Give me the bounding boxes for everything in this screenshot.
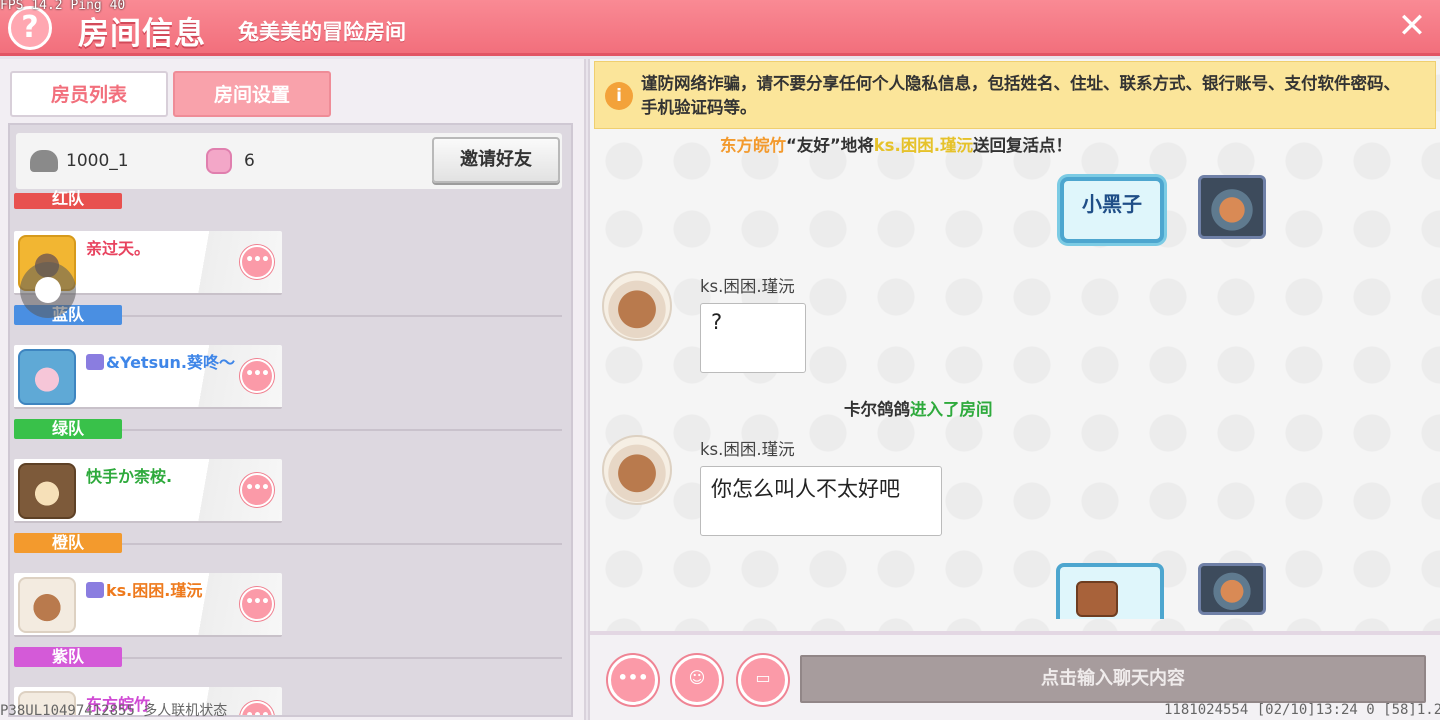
chat-input[interactable]: 点击输入聊天内容 <box>800 655 1426 703</box>
sender-name: ks.困困.瑾沅 <box>700 277 795 296</box>
emoji-icon[interactable]: ☺ <box>672 655 722 705</box>
team-label-purple: 紫队 <box>14 647 122 667</box>
system-message: 卡尔鸽鸽进入了房间 <box>844 396 993 420</box>
more-options-button[interactable]: ••• <box>240 473 274 507</box>
avatar <box>18 349 76 405</box>
more-options-button[interactable]: ••• <box>240 587 274 621</box>
invite-friend-button[interactable]: 邀请好友 <box>432 137 560 183</box>
team-label-green: 绿队 <box>14 419 122 439</box>
chat-panel[interactable]: i 谨防网络诈骗，请不要分享任何个人隐私信息，包括姓名、住址、联系方式、银行账号… <box>588 59 1440 720</box>
divider <box>122 429 562 431</box>
more-actions-button[interactable]: ••• <box>608 655 658 705</box>
member-name: &Yetsun.葵咚～ <box>86 349 235 373</box>
system-text: “友好”地将 <box>786 136 874 155</box>
avatar <box>18 463 76 519</box>
member-card[interactable]: &Yetsun.葵咚～ ••• <box>14 345 282 409</box>
fraud-warning: i 谨防网络诈骗，请不要分享任何个人隐私信息，包括姓名、住址、联系方式、银行账号… <box>594 61 1436 129</box>
fps-readout: FPS 14.2 Ping 40 <box>0 0 126 13</box>
room-icon <box>30 150 58 172</box>
member-count: 6 <box>244 151 255 171</box>
warning-text: 谨防网络诈骗，请不要分享任何个人隐私信息，包括姓名、住址、联系方式、银行账号、支… <box>641 74 1400 117</box>
room-info-bar: 1000_1 6 邀请好友 <box>16 133 562 189</box>
self-avatar <box>1198 563 1266 615</box>
member-name: 快手か柰桉. <box>86 467 173 486</box>
team-label-orange: 橙队 <box>14 533 122 553</box>
keyboard-icon[interactable]: ▭ <box>738 655 788 705</box>
debug-status: P38UL10497412855 多人联机状态 <box>0 703 228 719</box>
divider <box>122 657 562 659</box>
member-name-text: ks.困困.瑾沅 <box>106 581 203 600</box>
player-name: ks.困困.瑾沅 <box>873 136 974 155</box>
system-text: 进入了房间 <box>910 400 993 419</box>
member-list[interactable]: 1000_1 6 邀请好友 红队 亲过天。 ••• 蓝队 &Yetsun.葵咚～… <box>8 123 573 717</box>
member-card[interactable]: 快手か柰桉. ••• <box>14 459 282 523</box>
more-options-button[interactable]: ••• <box>240 359 274 393</box>
room-id: 1000_1 <box>66 151 129 171</box>
avatar <box>18 577 76 633</box>
more-options-button[interactable]: ••• <box>240 701 274 715</box>
player-name: 东方皖竹 <box>720 136 786 155</box>
vip-badge-icon <box>86 582 104 598</box>
self-avatar <box>1198 175 1266 239</box>
message-bubble: ? <box>700 303 806 373</box>
room-name: 兔美美的冒险房间 <box>238 20 406 44</box>
self-message-bubble <box>1056 563 1164 619</box>
emoji-sticker-icon <box>1076 581 1118 617</box>
warning-icon: i <box>605 82 633 110</box>
touch-indicator <box>20 262 76 318</box>
avatar <box>602 435 672 505</box>
close-icon[interactable]: ✕ <box>1392 6 1432 46</box>
build-info: 1181024554 [02/10]13:24 0 [58]1.23.5 <box>1164 702 1440 718</box>
member-count-icon <box>206 148 232 174</box>
team-label-red: 红队 <box>14 191 122 209</box>
member-panel: 房员列表 房间设置 1000_1 6 邀请好友 红队 亲过天。 ••• 蓝队 &… <box>0 59 586 720</box>
member-name-text: &Yetsun.葵咚～ <box>106 353 235 372</box>
vip-badge-icon <box>86 354 104 370</box>
member-name: 亲过天。 <box>86 239 151 258</box>
tab-room-settings[interactable]: 房间设置 <box>173 71 331 117</box>
sender-name: ks.困困.瑾沅 <box>700 440 795 459</box>
title-bar: ? 房间信息 兔美美的冒险房间 ✕ <box>0 0 1440 56</box>
member-name: ks.困困.瑾沅 <box>86 577 202 601</box>
member-card[interactable]: ks.困困.瑾沅 ••• <box>14 573 282 637</box>
divider <box>122 543 562 545</box>
message-bubble: 你怎么叫人不太好吧 <box>700 466 942 536</box>
page-title: 房间信息 <box>78 16 206 52</box>
avatar <box>602 271 672 341</box>
more-options-button[interactable]: ••• <box>240 245 274 279</box>
self-message-bubble: 小黑子 <box>1060 177 1164 243</box>
system-text: 送回复活点！ <box>973 136 1073 155</box>
player-name: 卡尔鸽鸽 <box>844 400 910 419</box>
divider <box>122 315 562 317</box>
system-message: 东方皖竹“友好”地将ks.困困.瑾沅送回复活点！ <box>720 132 1072 156</box>
tab-member-list[interactable]: 房员列表 <box>10 71 168 117</box>
